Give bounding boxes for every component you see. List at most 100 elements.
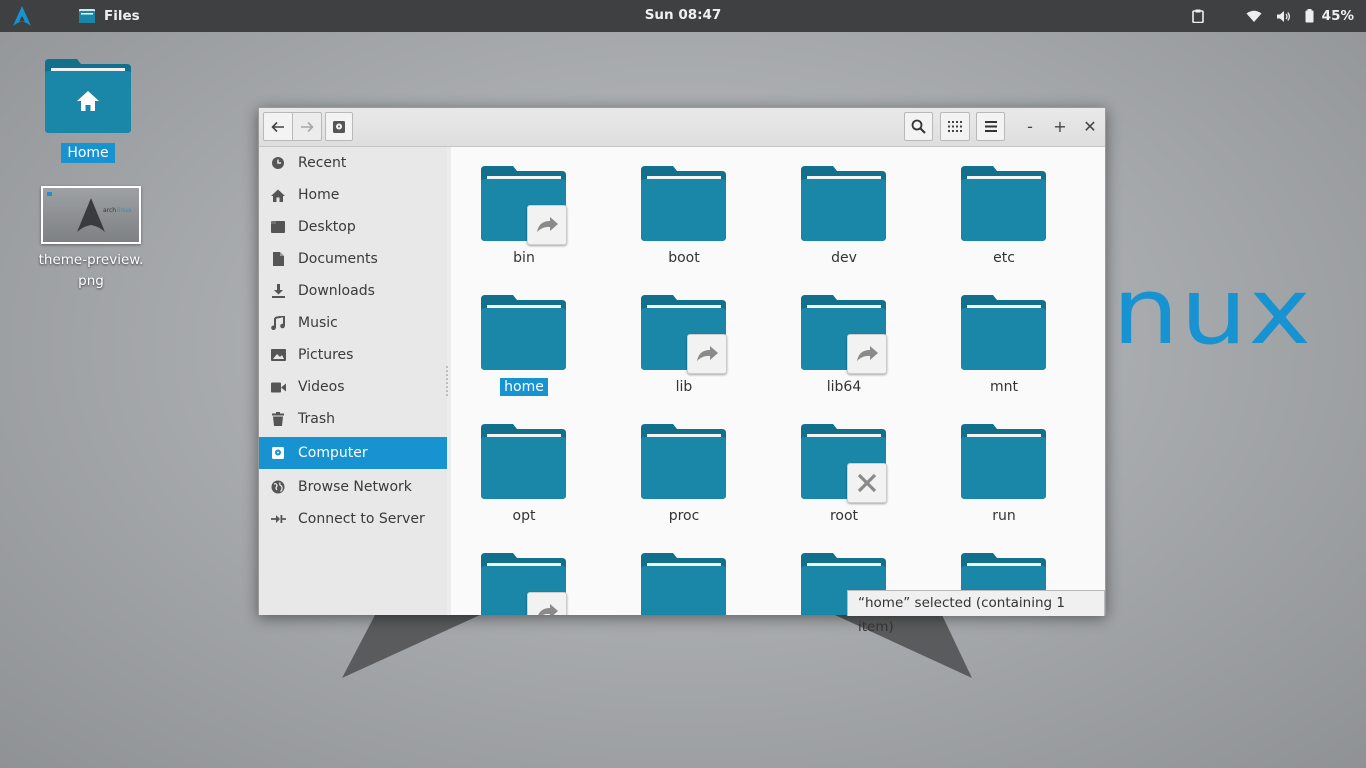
server-icon [270,511,286,527]
forward-button[interactable] [292,112,322,141]
minimize-button[interactable]: - [1020,117,1040,137]
folder-icon [641,166,726,241]
folder-item[interactable]: proc [624,422,744,525]
sidebar-item-recent[interactable]: Recent [259,147,447,179]
header-bar: - + ✕ [259,108,1105,147]
folder-item[interactable]: mnt [944,293,1064,396]
sidebar-item-documents[interactable]: Documents [259,243,447,275]
sidebar-item-label: Music [298,315,338,331]
clock-icon [270,155,286,171]
system-tray[interactable]: 45% [1191,5,1354,27]
volume-icon[interactable] [1276,10,1291,23]
clipboard-icon[interactable] [1191,9,1204,23]
file-grid[interactable]: bin boot dev etc home lib lib64 mnt opt proc root r… [451,147,1105,615]
unreadable-emblem-icon [847,463,887,503]
folder-name: lib64 [826,379,862,395]
folder-name: dev [831,250,857,266]
sidebar-item-trash[interactable]: Trash [259,403,447,435]
desktop-theme-preview-file[interactable]: arch linux theme-preview. png [34,186,148,292]
background-branding: nux [1112,258,1313,365]
folder-item[interactable] [464,551,584,615]
folder-name: mnt [990,379,1018,395]
folder-icon [641,553,726,615]
wifi-icon[interactable] [1246,10,1262,22]
sidebar-item-videos[interactable]: Videos [259,371,447,403]
places-sidebar: Recent Home Desktop Documents Downloads … [259,147,447,615]
sidebar-item-connect-to-server[interactable]: Connect to Server [259,503,447,535]
sidebar-item-desktop[interactable]: Desktop [259,211,447,243]
battery-icon[interactable] [1305,9,1314,23]
folder-name: run [992,508,1016,524]
view-toggle-button[interactable] [940,112,970,141]
symlink-emblem-icon [527,205,567,245]
status-overlay: “home” selected (containing 1 item) [847,590,1105,635]
folder-item[interactable]: lib64 [784,293,904,396]
sidebar-item-pictures[interactable]: Pictures [259,339,447,371]
back-button[interactable] [263,112,293,141]
sidebar-item-label: Home [298,187,340,203]
folder-name: lib [675,379,693,395]
sidebar-item-label: Documents [298,251,378,267]
symlink-emblem-icon [527,592,567,615]
folder-name: proc [668,508,700,524]
go-back-icon [271,121,284,132]
trash-icon [270,411,286,427]
folder-item[interactable]: opt [464,422,584,525]
drive-icon [333,120,345,133]
hamburger-menu-icon [984,121,997,132]
clock[interactable]: Sun 08:47 [0,7,1366,23]
music-icon [270,315,286,331]
folder-item[interactable]: dev [784,164,904,267]
desktop-icon-label: Home [61,143,115,163]
location-computer-button[interactable] [325,112,353,141]
symlink-emblem-icon [687,334,727,374]
folder-item[interactable]: lib [624,293,744,396]
files-window: - + ✕ Recent Home Desktop Documents Down… [258,107,1106,635]
download-icon [270,283,286,299]
folder-item[interactable]: boot [624,164,744,267]
folder-item[interactable]: run [944,422,1064,525]
folder-name: bin [513,250,535,266]
folder-icon [481,295,566,370]
folder-icon [961,295,1046,370]
svg-text:arch: arch [103,207,116,214]
search-button[interactable] [904,112,933,141]
desktop-home-icon[interactable]: Home [40,55,136,163]
folder-item[interactable]: root [784,422,904,525]
sidebar-item-computer[interactable]: Computer [259,437,447,469]
folder-item[interactable] [624,551,744,615]
desktop-icon-label: theme-preview. png [38,252,144,289]
document-icon [270,251,286,267]
sidebar-item-label: Videos [298,379,345,395]
symlink-emblem-icon [847,334,887,374]
folder-name: root [829,508,859,524]
video-icon [270,379,286,395]
sidebar-item-music[interactable]: Music [259,307,447,339]
svg-text:linux: linux [117,207,132,214]
image-thumbnail: arch linux [41,186,141,244]
folder-name: etc [993,250,1015,266]
sidebar-item-downloads[interactable]: Downloads [259,275,447,307]
folder-item[interactable]: etc [944,164,1064,267]
folder-name: home [500,378,548,396]
close-button[interactable]: ✕ [1080,117,1100,137]
sidebar-item-label: Downloads [298,283,375,299]
sidebar-item-label: Recent [298,155,347,171]
folder-item[interactable]: home [464,293,584,396]
sidebar-item-label: Browse Network [298,479,412,495]
drive-icon [270,445,286,461]
sidebar-item-label: Trash [298,411,335,427]
picture-icon [270,347,286,363]
folder-name: opt [512,508,536,524]
desktop-icon [270,219,286,235]
home-icon [270,187,286,203]
sidebar-item-label: Computer [298,445,368,461]
sidebar-item-browse-network[interactable]: Browse Network [259,471,447,503]
menu-button[interactable] [976,112,1005,141]
sidebar-item-label: Desktop [298,219,356,235]
sidebar-item-label: Pictures [298,347,354,363]
search-icon [911,119,926,134]
folder-item[interactable]: bin [464,164,584,267]
sidebar-item-home[interactable]: Home [259,179,447,211]
maximize-button[interactable]: + [1050,117,1070,137]
